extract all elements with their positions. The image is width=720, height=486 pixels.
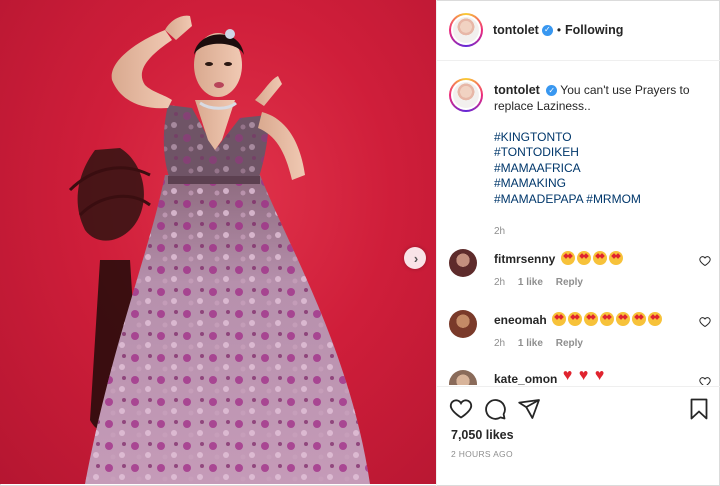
profile-photo: [453, 17, 479, 43]
comment-likes[interactable]: 1 like: [518, 277, 543, 288]
verified-badge-icon: ✓: [546, 85, 558, 97]
commenter-avatar[interactable]: [449, 370, 477, 385]
commenter-avatar[interactable]: [449, 310, 477, 338]
action-bar: [449, 397, 711, 423]
hashtag-link[interactable]: #MAMADEPAPA: [494, 192, 583, 206]
comment-like-icon[interactable]: [699, 376, 711, 385]
comment-meta: 2h 1 like Reply: [494, 338, 593, 349]
star-struck-emoji-icon: [576, 251, 591, 265]
reply-button[interactable]: Reply: [556, 338, 583, 349]
caption-timestamp[interactable]: 2h: [494, 224, 704, 240]
commenter-avatar[interactable]: [449, 249, 477, 277]
separator-dot: •: [556, 23, 562, 37]
star-struck-emoji-icon: [552, 312, 567, 326]
likes-count[interactable]: 7,050 likes: [451, 428, 514, 442]
reply-button[interactable]: Reply: [556, 277, 583, 288]
next-photo-button[interactable]: ›: [404, 247, 426, 269]
hashtag-link[interactable]: #MRMOM: [586, 192, 641, 206]
comment-timestamp[interactable]: 2h: [494, 338, 505, 349]
red-heart-emoji-icon: [579, 369, 593, 385]
comment-username[interactable]: eneomah: [494, 313, 547, 327]
comment-item: eneomah 2h 1 like Reply: [449, 310, 711, 366]
star-struck-emoji-icon: [568, 312, 583, 326]
caption-avatar[interactable]: [449, 78, 483, 112]
comment-like-icon[interactable]: [699, 255, 711, 267]
comment-timestamp[interactable]: 2h: [494, 277, 505, 288]
red-heart-emoji-icon: [595, 369, 609, 385]
avatar[interactable]: [449, 13, 483, 47]
red-heart-emoji-icon: [563, 369, 577, 385]
star-struck-emoji-icon: [560, 251, 575, 265]
comment-like-icon[interactable]: [699, 316, 711, 328]
star-struck-emoji-icon: [584, 312, 599, 326]
hashtag-list: #KINGTONTO #TONTODIKEH #MAMAAFRICA #MAMA…: [494, 130, 704, 207]
post-actions: 7,050 likes 2 HOURS AGO: [437, 386, 720, 486]
comment-username[interactable]: fitmrsenny: [494, 252, 555, 266]
star-struck-emoji-icon: [592, 251, 607, 265]
caption-username[interactable]: tontolet: [494, 83, 540, 97]
star-struck-emoji-icon: [632, 312, 647, 326]
star-struck-emoji-icon: [648, 312, 663, 326]
verified-badge-icon: ✓: [541, 24, 553, 36]
star-struck-emoji-icon: [600, 312, 615, 326]
post-timestamp[interactable]: 2 HOURS AGO: [451, 449, 513, 459]
post-sidebar: tontolet ✓ • Following tontolet ✓ You ca…: [436, 0, 720, 486]
paper-plane-icon[interactable]: [517, 397, 541, 421]
photo-illustration: [68, 15, 370, 484]
comment-meta: 2h 1 like Reply: [494, 277, 593, 288]
comment-username[interactable]: kate_omon: [494, 372, 557, 385]
hashtag-link[interactable]: #TONTODIKEH: [494, 145, 704, 160]
comment-bubble-icon[interactable]: [483, 397, 507, 421]
comment-item: fitmrsenny 2h 1 like Reply: [449, 249, 711, 305]
bookmark-icon[interactable]: [687, 397, 711, 421]
header-username[interactable]: tontolet: [493, 23, 539, 37]
star-struck-emoji-icon: [616, 312, 631, 326]
following-button[interactable]: Following: [565, 23, 623, 37]
heart-outline-icon[interactable]: [449, 397, 473, 421]
hashtag-link[interactable]: #KINGTONTO: [494, 130, 704, 145]
post-photo[interactable]: ›: [0, 0, 436, 484]
star-struck-emoji-icon: [608, 251, 623, 265]
hashtag-link[interactable]: #MAMAAFRICA: [494, 161, 704, 176]
comments-section[interactable]: tontolet ✓ You can't use Prayers to repl…: [437, 62, 720, 385]
post-header: tontolet ✓ • Following: [437, 0, 720, 61]
comment-item: kate_omon: [449, 369, 711, 385]
chevron-right-icon: ›: [413, 250, 419, 266]
hashtag-link[interactable]: #MAMAKING: [494, 176, 704, 191]
comment-likes[interactable]: 1 like: [518, 338, 543, 349]
